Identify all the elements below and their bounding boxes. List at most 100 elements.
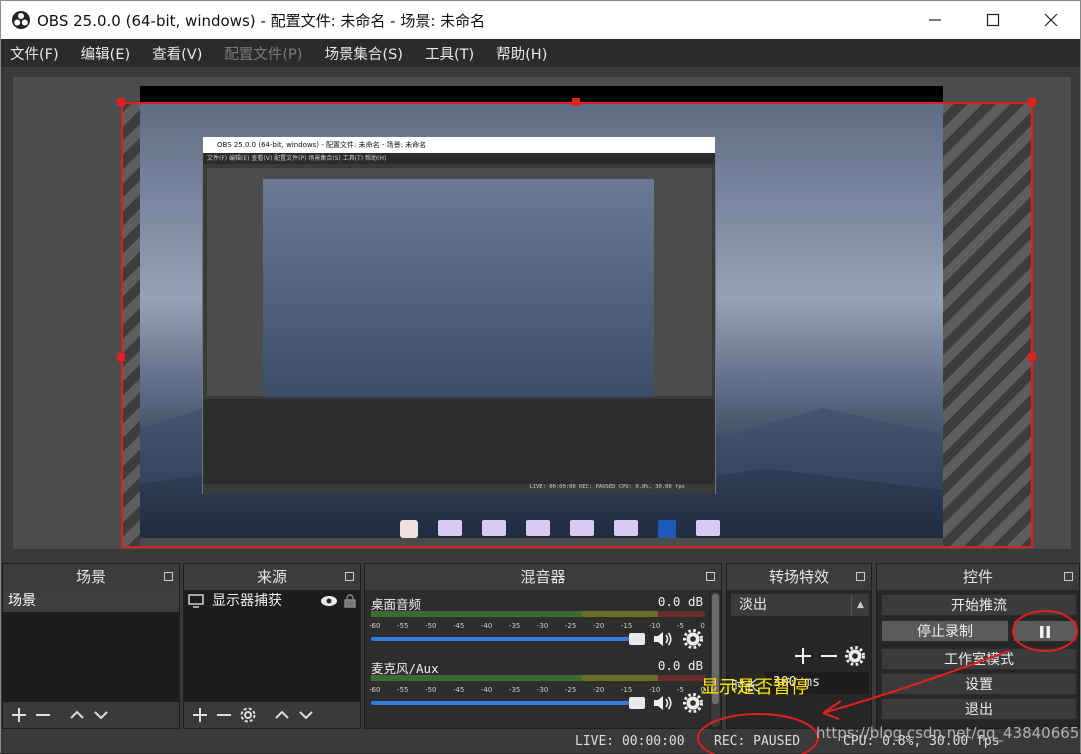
menu-tools[interactable]: 工具(T) xyxy=(422,41,477,66)
menu-edit[interactable]: 编辑(E) xyxy=(78,41,133,66)
live-status: LIVE: 00:00:00 xyxy=(575,734,685,749)
move-scene-down-button[interactable] xyxy=(89,704,113,726)
menu-view[interactable]: 查看(V) xyxy=(149,41,205,66)
mixer-dock-title: 混音器 xyxy=(520,568,566,586)
menu-bar: 文件(F) 编辑(E) 查看(V) 配置文件(P) 场景集合(S) 工具(T) … xyxy=(1,39,1080,67)
mixer-dock-header: 混音器 xyxy=(365,564,721,590)
chevron-up-icon xyxy=(70,710,84,719)
sources-dock-title: 来源 xyxy=(256,568,287,586)
chevron-down-icon xyxy=(94,711,108,720)
move-source-up-button[interactable] xyxy=(270,704,294,726)
volume-slider-handle[interactable] xyxy=(629,697,645,709)
sources-dock: 来源 显示器捕获 xyxy=(183,563,361,729)
resize-handle-l[interactable] xyxy=(117,353,125,361)
lock-icon[interactable] xyxy=(344,594,356,608)
source-selection-box[interactable] xyxy=(121,102,1033,548)
title-bar: OBS 25.0.0 (64-bit, windows) - 配置文件: 未命名… xyxy=(1,1,1080,39)
float-dock-icon[interactable] xyxy=(856,572,865,581)
controls-body: 开始推流 停止录制 工作室模式 设置 退出 xyxy=(877,590,1079,728)
resize-handle-r[interactable] xyxy=(1028,353,1036,361)
studio-mode-button[interactable]: 工作室模式 xyxy=(881,648,1077,670)
visibility-eye-icon[interactable] xyxy=(320,595,338,607)
close-button[interactable] xyxy=(1022,1,1080,39)
chevron-down-icon xyxy=(299,711,313,720)
scene-item[interactable]: 场景 xyxy=(3,590,179,612)
minus-icon xyxy=(36,714,50,716)
sources-dock-header: 来源 xyxy=(184,564,360,590)
stop-recording-button[interactable]: 停止录制 xyxy=(881,620,1009,642)
sources-list: 显示器捕获 xyxy=(184,590,360,702)
tick-label: -35 xyxy=(508,686,521,694)
source-item[interactable]: 显示器捕获 xyxy=(184,590,360,612)
transitions-body: 淡出 ▲ 时长 300 ms xyxy=(727,590,871,728)
remove-scene-button[interactable] xyxy=(31,704,55,726)
gear-icon[interactable] xyxy=(683,629,703,649)
minimize-button[interactable] xyxy=(906,1,964,39)
track-db: 0.0 dB xyxy=(657,594,703,609)
tick-label: -30 xyxy=(536,622,549,630)
minus-icon[interactable] xyxy=(819,646,839,666)
scenes-toolbar xyxy=(3,702,179,728)
move-source-down-button[interactable] xyxy=(294,704,318,726)
controls-dock-header: 控件 xyxy=(877,564,1079,590)
plus-icon[interactable] xyxy=(793,646,813,666)
close-icon xyxy=(1044,13,1058,27)
resize-handle-t[interactable] xyxy=(572,98,580,106)
add-scene-button[interactable] xyxy=(7,704,31,726)
resize-handle-tl[interactable] xyxy=(117,98,125,106)
scenes-list: 场景 xyxy=(3,590,179,702)
gear-icon xyxy=(240,707,256,723)
float-dock-icon[interactable] xyxy=(164,572,173,581)
tick-label: -40 xyxy=(480,686,493,694)
transitions-dock-header: 转场特效 xyxy=(727,564,871,590)
mixer-tracks: 桌面音频 0.0 dB -60 -55 -50 -45 -40 -35 -30 -25 -20-… xyxy=(365,590,709,728)
tick-label: -25 xyxy=(564,686,577,694)
remove-source-button[interactable] xyxy=(212,704,236,726)
float-dock-icon[interactable] xyxy=(345,572,354,581)
menu-scene-collection[interactable]: 场景集合(S) xyxy=(321,41,406,66)
transition-tools xyxy=(793,646,865,666)
resize-handle-tr[interactable] xyxy=(1028,98,1036,106)
exit-button[interactable]: 退出 xyxy=(881,698,1077,720)
tick-label: -20 xyxy=(592,622,605,630)
volume-slider[interactable] xyxy=(371,701,639,705)
maximize-button[interactable] xyxy=(964,1,1022,39)
scenes-dock-title: 场景 xyxy=(75,568,106,586)
menu-file[interactable]: 文件(F) xyxy=(7,41,62,66)
speaker-icon[interactable] xyxy=(652,693,674,713)
volume-slider-handle[interactable] xyxy=(629,633,645,645)
tick-label: -20 xyxy=(592,686,605,694)
add-source-button[interactable] xyxy=(188,704,212,726)
menu-help[interactable]: 帮助(H) xyxy=(493,41,550,66)
move-scene-up-button[interactable] xyxy=(65,704,89,726)
transition-select[interactable]: 淡出 ▲ xyxy=(731,594,869,616)
float-dock-icon[interactable] xyxy=(706,572,715,581)
tick-label: -55 xyxy=(396,686,409,694)
tick-label: -30 xyxy=(536,686,549,694)
mixer-dock: 混音器 桌面音频 0.0 dB -60 -55 -50 -45 -40 -35 -30 -25… xyxy=(364,563,722,729)
plus-icon xyxy=(12,708,26,722)
canvas-black-strip xyxy=(140,86,943,102)
source-properties-button[interactable] xyxy=(236,704,260,726)
preview-area[interactable]: OBS 25.0.0 (64-bit, windows) - 配置文件: 未命名… xyxy=(13,77,1071,549)
track-db: 0.0 dB xyxy=(657,658,703,673)
plus-icon xyxy=(193,708,207,722)
transitions-dock: 转场特效 淡出 ▲ 时长 300 ms xyxy=(726,563,872,729)
tick-label: -50 xyxy=(424,686,437,694)
gear-icon[interactable] xyxy=(845,646,865,666)
gear-icon[interactable] xyxy=(683,693,703,713)
obs-window: OBS 25.0.0 (64-bit, windows) - 配置文件: 未命名… xyxy=(0,0,1081,754)
minimize-icon xyxy=(929,19,941,21)
volume-slider[interactable] xyxy=(371,637,639,641)
settings-button[interactable]: 设置 xyxy=(881,673,1077,695)
mixer-scrollbar[interactable] xyxy=(711,592,720,727)
controls-dock: 控件 开始推流 停止录制 工作室模式 设置 退出 xyxy=(876,563,1080,729)
tick-label: -55 xyxy=(396,622,409,630)
pause-recording-button[interactable] xyxy=(1013,620,1077,642)
scenes-dock: 场景 场景 xyxy=(2,563,180,729)
float-dock-icon[interactable] xyxy=(1064,572,1073,581)
tick-label: -60 xyxy=(369,622,381,630)
sources-toolbar xyxy=(184,702,360,728)
start-streaming-button[interactable]: 开始推流 xyxy=(881,594,1077,616)
speaker-icon[interactable] xyxy=(652,629,674,649)
